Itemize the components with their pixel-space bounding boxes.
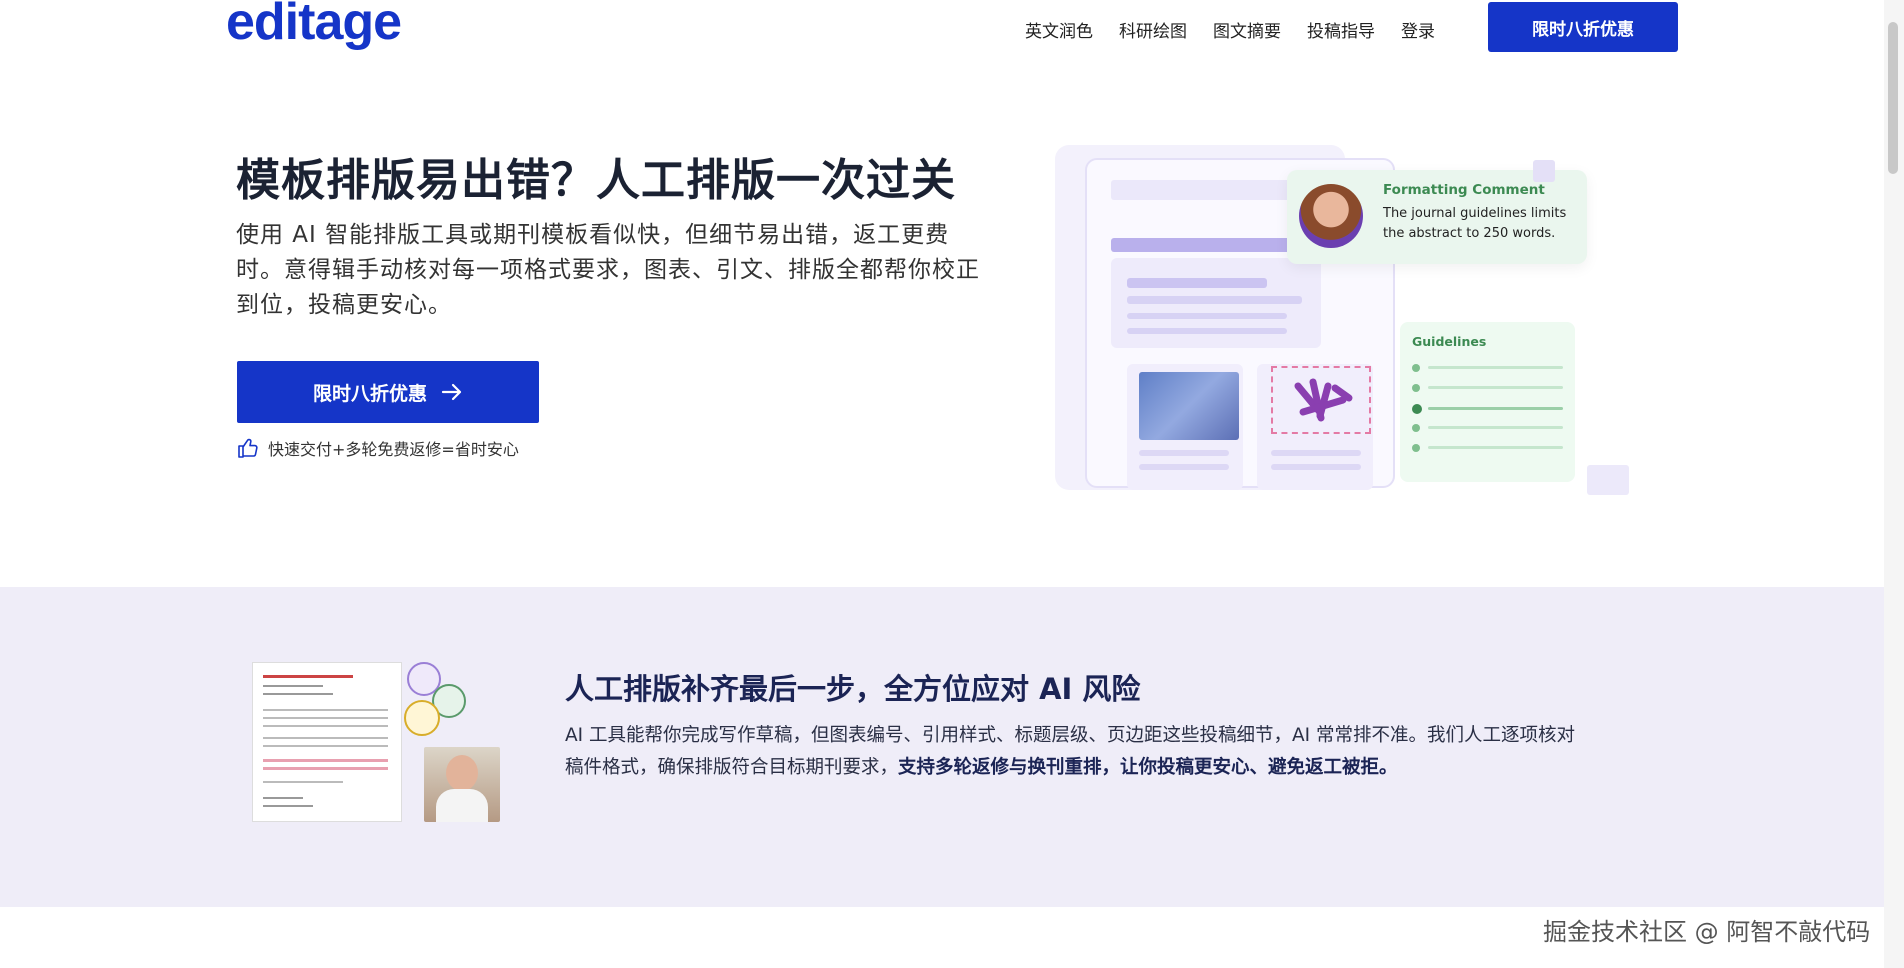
brain-icon: [404, 700, 440, 736]
nav-item-illustration[interactable]: 科研绘图: [1119, 17, 1187, 42]
section-description-bold: 支持多轮返修与换刊重排，让你投稿更安心、避免返工被拒。: [898, 757, 1398, 778]
hero-description: 使用 AI 智能排版工具或期刊模板看似快，但细节易出错，返工更费时。意得辑手动核…: [236, 222, 980, 318]
nav-item-submission-guide[interactable]: 投稿指导: [1307, 17, 1375, 42]
hero-button-label: 限时八折优惠: [312, 382, 427, 405]
manuscript-illustration: [252, 662, 502, 824]
scrollbar-thumb[interactable]: [1888, 22, 1898, 174]
hero-discount-button[interactable]: 限时八折优惠: [237, 361, 539, 423]
thumbs-up-icon: [238, 438, 258, 458]
site-header: editage 英文润色 科研绘图 图文摘要 投稿指导 登录 限时八折优惠: [0, 0, 1884, 60]
nav-item-graphical-abstract[interactable]: 图文摘要: [1213, 17, 1281, 42]
section-title: 人工排版补齐最后一步，全方位应对 AI 风险: [565, 672, 1141, 706]
comment-body: The journal guidelines limits the abstra…: [1383, 206, 1567, 241]
manuscript-page: [252, 662, 402, 822]
nav-item-login[interactable]: 登录: [1401, 17, 1435, 42]
section-description: AI 工具能帮你完成写作草稿，但图表编号、引用样式、标题层级、页边距这些投稿细节…: [565, 720, 1585, 784]
hero-illustration: Formatting Comment The journal guideline…: [1055, 140, 1640, 515]
main-nav: 英文润色 科研绘图 图文摘要 投稿指导 登录: [1025, 17, 1435, 42]
editage-logo[interactable]: editage: [226, 0, 402, 52]
header-discount-button[interactable]: 限时八折优惠: [1488, 2, 1678, 52]
hero-title: 模板排版易出错？人工排版一次过关: [236, 155, 956, 206]
nav-item-polishing[interactable]: 英文润色: [1025, 17, 1093, 42]
formatting-comment-card: Formatting Comment The journal guideline…: [1287, 170, 1587, 264]
avatar: [1299, 184, 1363, 248]
arrow-right-icon: [441, 383, 462, 401]
hero-note-text: 快速交付+多轮免费返修=省时安心: [268, 440, 519, 459]
watermark: 掘金技术社区 @ 阿智不敲代码: [1543, 918, 1871, 946]
virus-image: [1139, 372, 1239, 440]
comment-title: Formatting Comment: [1383, 182, 1545, 198]
guidelines-card: Guidelines: [1400, 322, 1575, 482]
hero-note: 快速交付+多轮免费返修=省时安心: [236, 436, 519, 460]
bacteria-image: [1271, 366, 1371, 434]
guidelines-title: Guidelines: [1412, 334, 1487, 349]
researcher-photo: [424, 747, 500, 822]
